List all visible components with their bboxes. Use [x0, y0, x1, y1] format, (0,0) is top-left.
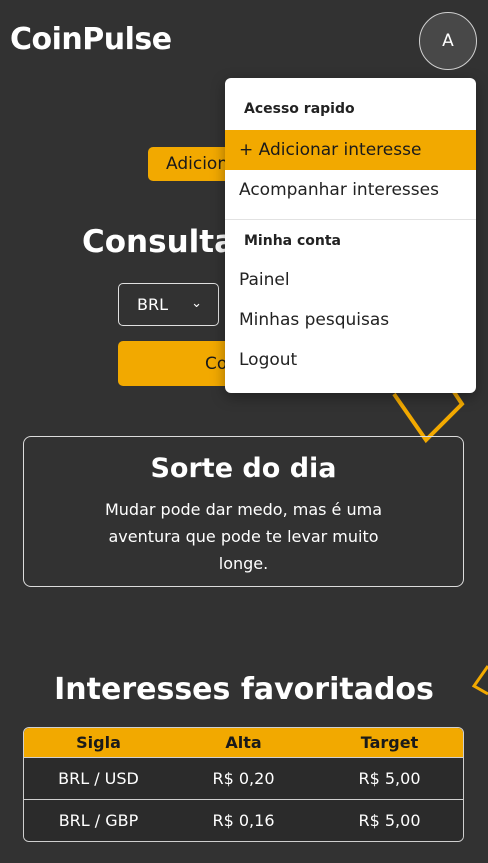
currency-select-value: BRL — [137, 295, 169, 314]
row-alta: R$ 0,16 — [212, 811, 275, 830]
row-sigla: BRL / GBP — [58, 811, 139, 830]
menu-item-add-interest[interactable]: + Adicionar interesse — [225, 130, 476, 170]
column-header-target: Target — [360, 733, 419, 752]
menu-section-my-account: Minha conta — [244, 233, 342, 249]
brand-logo[interactable]: CoinPulse — [10, 22, 172, 57]
column-header-alta: Alta — [225, 733, 262, 752]
menu-item-my-searches[interactable]: Minhas pesquisas — [225, 300, 476, 340]
chevron-down-icon: ⌄ — [191, 296, 202, 311]
fortune-card: Sorte do dia Mudar pode dar medo, mas é … — [23, 436, 464, 587]
currency-select[interactable]: BRL ⌄ — [118, 283, 219, 326]
menu-section-quick-access: Acesso rapido — [244, 101, 355, 117]
column-header-sigla: Sigla — [76, 733, 121, 752]
menu-item-logout[interactable]: Logout — [225, 340, 476, 380]
table-row[interactable]: BRL / USD R$ 0,20 R$ 5,00 — [24, 757, 463, 799]
table-row[interactable]: BRL / GBP R$ 0,16 R$ 5,00 — [24, 799, 463, 841]
favorites-table: Sigla Alta Target BRL / USD R$ 0,20 R$ 5… — [23, 727, 464, 842]
menu-item-track-interests[interactable]: Acompanhar interesses — [225, 170, 476, 210]
menu-item-dashboard[interactable]: Painel — [225, 260, 476, 300]
row-alta: R$ 0,20 — [212, 769, 275, 788]
table-header: Sigla Alta Target — [24, 728, 463, 757]
fortune-title: Sorte do dia — [150, 453, 337, 484]
row-target: R$ 5,00 — [358, 811, 421, 830]
menu-divider — [225, 219, 476, 220]
row-sigla: BRL / USD — [58, 769, 139, 788]
row-target: R$ 5,00 — [358, 769, 421, 788]
fortune-text: Mudar pode dar medo, mas é uma aventura … — [104, 500, 383, 573]
user-avatar-button[interactable]: A — [419, 12, 477, 70]
favorites-title: Interesses favoritados — [54, 672, 434, 707]
user-dropdown-menu: Acesso rapido + Adicionar interesse Acom… — [225, 78, 476, 393]
